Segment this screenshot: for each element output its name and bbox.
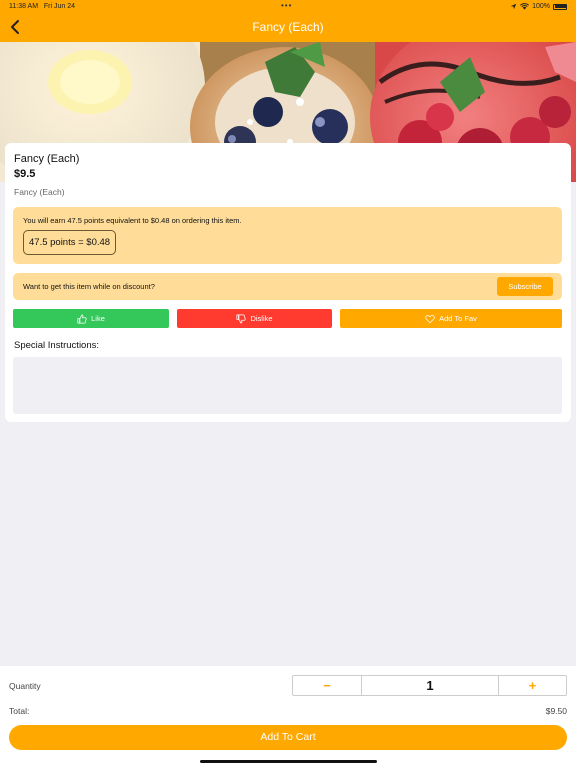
like-label: Like (91, 314, 105, 323)
status-time: 11:38 AM Fri Jun 24 (9, 3, 75, 10)
total-value: $9.50 (545, 706, 567, 716)
thumbs-down-icon (236, 313, 247, 324)
product-card: Fancy (Each) $9.5 Fancy (Each) You will … (5, 143, 571, 422)
add-to-cart-button[interactable]: Add To Cart (9, 725, 567, 750)
product-subtitle: Fancy (Each) (14, 187, 65, 197)
nav-bar: Fancy (Each) (0, 13, 576, 42)
heart-icon (425, 314, 435, 323)
status-date: Fri Jun 24 (43, 3, 76, 10)
dislike-button[interactable]: Dislike (177, 309, 332, 328)
thumbs-up-icon (77, 313, 87, 324)
product-price: $9.5 (14, 168, 36, 180)
status-clock: 11:38 AM (9, 3, 39, 10)
multitask-dots-icon[interactable]: ••• (281, 1, 292, 10)
battery-icon (553, 3, 567, 10)
order-bar: Quantity − 1 + Total: $9.50 Add To Cart (0, 666, 576, 768)
decrement-button[interactable]: − (293, 676, 362, 695)
wifi-icon (520, 3, 530, 10)
subscribe-button[interactable]: Subscribe (497, 277, 553, 296)
status-bar: 11:38 AM Fri Jun 24 ••• 100% (0, 0, 576, 13)
feedback-actions: Like Dislike Add To Fav (13, 309, 562, 328)
special-instructions-input[interactable] (13, 357, 562, 414)
add-to-fav-button[interactable]: Add To Fav (340, 309, 562, 328)
page-title: Fancy (Each) (252, 20, 324, 34)
dislike-label: Dislike (250, 314, 273, 323)
discount-info: Want to get this item while on discount?… (13, 273, 562, 300)
product-name: Fancy (Each) (14, 153, 80, 165)
home-indicator[interactable] (200, 760, 377, 763)
points-info: You will earn 47.5 points equivalent to … (13, 207, 562, 264)
increment-button[interactable]: + (499, 676, 566, 695)
quantity-label: Quantity (9, 681, 41, 691)
discount-message: Want to get this item while on discount? (23, 282, 155, 291)
points-badge: 47.5 points = $0.48 (23, 230, 117, 255)
location-icon (510, 3, 517, 10)
total-label: Total: (9, 706, 30, 716)
battery-percent: 100% (532, 3, 550, 10)
fav-label: Add To Fav (439, 314, 477, 323)
special-instructions-label: Special Instructions: (14, 340, 100, 351)
quantity-value: 1 (362, 676, 499, 695)
status-right: 100% (510, 3, 567, 10)
quantity-stepper: − 1 + (292, 675, 567, 696)
points-message: You will earn 47.5 points equivalent to … (23, 216, 242, 225)
like-button[interactable]: Like (13, 309, 169, 328)
